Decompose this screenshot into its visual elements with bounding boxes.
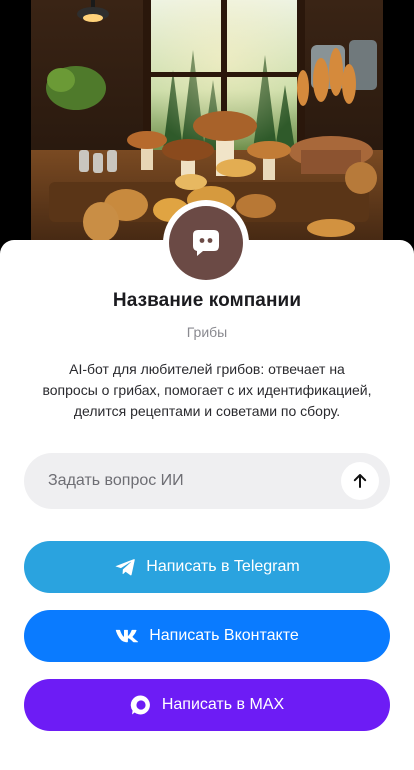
arrow-up-icon xyxy=(353,474,367,488)
ask-ai-box xyxy=(24,453,390,509)
max-button-label: Написать в MAX xyxy=(161,696,285,713)
page: Название компании Грибы AI-бот для любит… xyxy=(0,0,414,770)
max-icon xyxy=(130,694,152,716)
vk-button[interactable]: Написать Вконтакте xyxy=(24,610,390,662)
company-category: Грибы xyxy=(186,324,228,340)
vk-icon xyxy=(115,629,139,643)
telegram-button-label: Написать в Telegram xyxy=(146,558,300,575)
company-name: Название компании xyxy=(112,290,302,311)
telegram-button[interactable]: Написать в Telegram xyxy=(24,541,390,593)
ask-ai-input[interactable] xyxy=(24,453,341,509)
vk-button-label: Написать Вконтакте xyxy=(149,627,299,644)
avatar-circle xyxy=(169,206,243,280)
company-description: AI-бот для любителей грибов: отвечает на… xyxy=(42,361,372,419)
telegram-icon xyxy=(114,557,136,577)
chat-bubble-icon xyxy=(193,230,219,256)
ask-send-button[interactable] xyxy=(341,462,379,500)
avatar xyxy=(163,200,249,286)
max-button[interactable]: Написать в MAX xyxy=(24,679,390,731)
